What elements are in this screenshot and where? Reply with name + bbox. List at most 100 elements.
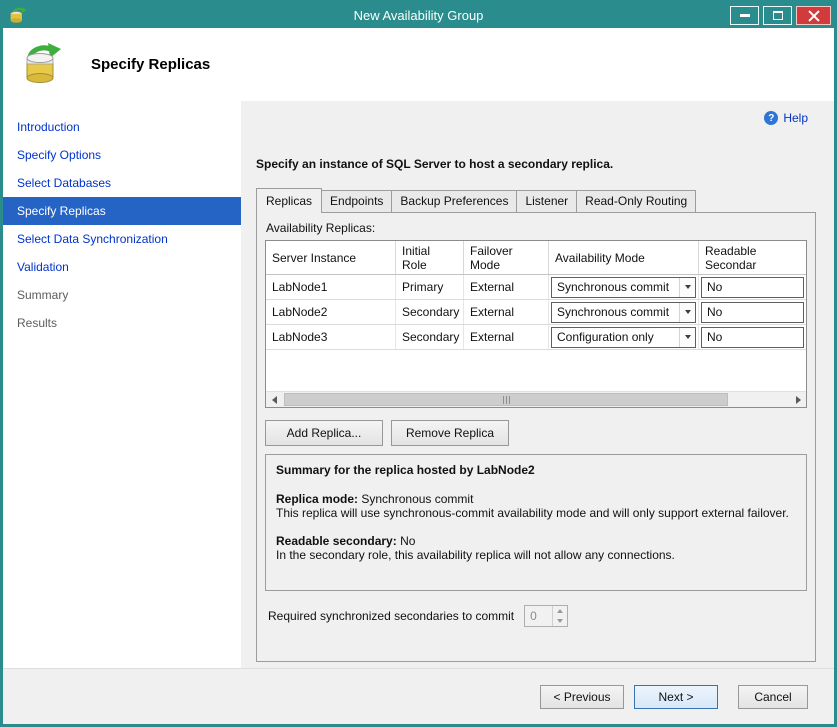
required-secondaries-label: Required synchronized secondaries to com… (268, 609, 514, 623)
maximize-button[interactable] (763, 6, 792, 25)
titlebar: New Availability Group (3, 3, 834, 28)
table-row: LabNode2 Secondary External Synchronous … (266, 300, 806, 325)
dropdown-value: Synchronous commit (552, 280, 679, 294)
scroll-left-button[interactable] (266, 392, 282, 407)
cell-failover-mode: External (464, 325, 549, 349)
column-header-initial-role[interactable]: Initial Role (396, 241, 464, 274)
cell-availability-mode: Synchronous commit (549, 275, 699, 299)
dropdown-value: Configuration only (552, 330, 679, 344)
app-icon (9, 7, 27, 25)
instruction-text: Specify an instance of SQL Server to hos… (256, 157, 816, 171)
column-header-failover-mode[interactable]: Failover Mode (464, 241, 549, 274)
tab-read-only-routing[interactable]: Read-Only Routing (576, 190, 696, 212)
spinner-down-icon (553, 616, 567, 626)
scrollbar-track[interactable] (282, 392, 790, 407)
chevron-down-icon[interactable] (679, 303, 695, 322)
sidebar-item-summary: Summary (3, 281, 241, 309)
arrow-left-icon (272, 396, 277, 404)
summary-title: Summary for the replica hosted by LabNod… (276, 463, 796, 477)
cell-server-instance: LabNode2 (266, 300, 396, 324)
cell-initial-role: Secondary (396, 300, 464, 324)
cell-readable-secondary: No (699, 325, 806, 349)
replica-buttons-row: Add Replica... Remove Replica (265, 420, 807, 446)
cell-failover-mode: External (464, 275, 549, 299)
cell-server-instance: LabNode3 (266, 325, 396, 349)
availability-mode-dropdown[interactable]: Synchronous commit (551, 302, 696, 323)
required-secondaries-spinner: 0 (524, 605, 568, 627)
maximize-icon (773, 11, 783, 20)
readable-secondary-value: No (400, 534, 415, 548)
tab-replicas[interactable]: Replicas (256, 188, 322, 213)
availability-replicas-label: Availability Replicas: (266, 221, 807, 235)
readable-secondary-line: Readable secondary: No (276, 534, 796, 548)
database-refresh-icon (19, 42, 65, 88)
spinner-up-icon (553, 606, 567, 616)
readable-secondary-label: Readable secondary: (276, 534, 397, 548)
sidebar-item-specify-replicas[interactable]: Specify Replicas (3, 197, 241, 225)
table-row: LabNode1 Primary External Synchronous co… (266, 275, 806, 300)
previous-button[interactable]: < Previous (540, 685, 624, 709)
arrow-right-icon (796, 396, 801, 404)
horizontal-scrollbar (266, 391, 806, 407)
tab-endpoints[interactable]: Endpoints (321, 190, 392, 212)
column-header-server-instance[interactable]: Server Instance (266, 241, 396, 274)
sidebar-item-validation[interactable]: Validation (3, 253, 241, 281)
scroll-right-button[interactable] (790, 392, 806, 407)
table-header-row: Server Instance Initial Role Failover Mo… (266, 241, 806, 275)
main-content: Help Specify an instance of SQL Server t… (241, 101, 834, 668)
remove-replica-button[interactable]: Remove Replica (391, 420, 509, 446)
window-title: New Availability Group (3, 8, 834, 23)
add-replica-button[interactable]: Add Replica... (265, 420, 383, 446)
sidebar-item-introduction[interactable]: Introduction (3, 113, 241, 141)
replica-mode-value: Synchronous commit (361, 492, 473, 506)
sidebar-item-select-databases[interactable]: Select Databases (3, 169, 241, 197)
close-icon (808, 10, 820, 22)
required-secondaries-row: Required synchronized secondaries to com… (265, 605, 807, 627)
sidebar-item-select-data-synchronization[interactable]: Select Data Synchronization (3, 225, 241, 253)
column-header-readable-secondary[interactable]: Readable Secondar (699, 241, 806, 274)
wizard-footer: < Previous Next > Cancel (3, 668, 834, 724)
table-empty-area (266, 350, 806, 391)
tab-backup-preferences[interactable]: Backup Preferences (391, 190, 517, 212)
replica-summary-box: Summary for the replica hosted by LabNod… (265, 454, 807, 591)
readable-secondary-dropdown[interactable]: No (701, 277, 804, 298)
close-button[interactable] (796, 6, 831, 25)
cell-initial-role: Secondary (396, 325, 464, 349)
help-icon (764, 111, 778, 125)
cell-readable-secondary: No (699, 300, 806, 324)
table-row: LabNode3 Secondary External Configuratio… (266, 325, 806, 350)
sidebar-item-specify-options[interactable]: Specify Options (3, 141, 241, 169)
replica-mode-description: This replica will use synchronous-commit… (276, 506, 796, 520)
availability-mode-dropdown[interactable]: Configuration only (551, 327, 696, 348)
spinner-value: 0 (525, 606, 552, 626)
readable-secondary-dropdown[interactable]: No (701, 302, 804, 323)
column-header-availability-mode[interactable]: Availability Mode (549, 241, 699, 274)
dropdown-value: Synchronous commit (552, 305, 679, 319)
minimize-icon (740, 14, 750, 17)
new-availability-group-window: New Availability Group Specify Replicas … (0, 0, 837, 727)
next-button[interactable]: Next > (634, 685, 718, 709)
cell-server-instance: LabNode1 (266, 275, 396, 299)
minimize-button[interactable] (730, 6, 759, 25)
availability-mode-dropdown[interactable]: Synchronous commit (551, 277, 696, 298)
wizard-body: Introduction Specify Options Select Data… (3, 101, 834, 668)
cancel-button[interactable]: Cancel (738, 685, 808, 709)
spinner-arrows (552, 606, 567, 626)
readable-secondary-dropdown[interactable]: No (701, 327, 804, 348)
chevron-down-icon[interactable] (679, 278, 695, 297)
page-title: Specify Replicas (91, 56, 210, 73)
tab-listener[interactable]: Listener (516, 190, 577, 212)
readable-secondary-description: In the secondary role, this availability… (276, 548, 796, 562)
cell-initial-role: Primary (396, 275, 464, 299)
cell-availability-mode: Synchronous commit (549, 300, 699, 324)
replica-mode-label: Replica mode: (276, 492, 358, 506)
replica-mode-line: Replica mode: Synchronous commit (276, 492, 796, 506)
replicas-tab-panel: Availability Replicas: Server Instance I… (256, 212, 816, 662)
wizard-steps-sidebar: Introduction Specify Options Select Data… (3, 101, 241, 668)
help-link[interactable]: Help (764, 111, 808, 125)
cell-availability-mode: Configuration only (549, 325, 699, 349)
sidebar-item-results: Results (3, 309, 241, 337)
scrollbar-thumb[interactable] (284, 393, 728, 406)
tab-strip: Replicas Endpoints Backup Preferences Li… (256, 188, 816, 212)
chevron-down-icon[interactable] (679, 328, 695, 347)
